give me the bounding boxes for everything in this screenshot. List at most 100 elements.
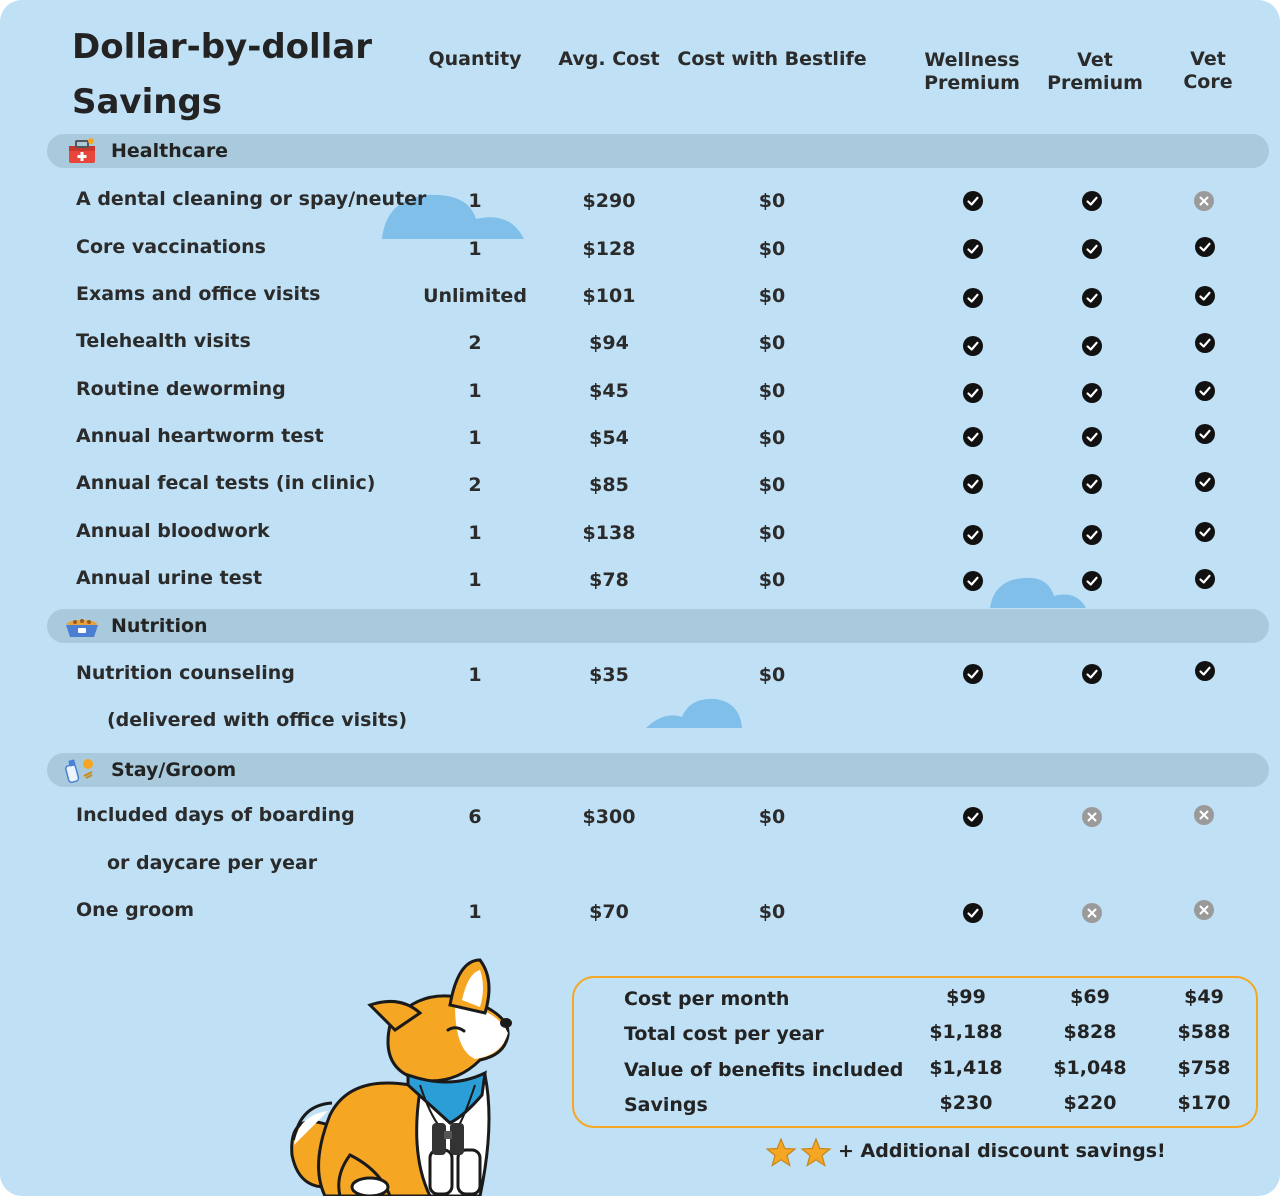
check-icon <box>1195 286 1215 306</box>
quantity-cell: 2 <box>468 474 482 496</box>
avg-cost-cell: $85 <box>589 474 629 496</box>
avg-cost-cell: $70 <box>589 901 629 923</box>
bestlife-cost-cell: $0 <box>758 427 786 449</box>
row-label: Routine deworming <box>76 378 286 400</box>
check-icon <box>963 191 983 211</box>
check-icon <box>963 383 983 403</box>
avg-cost-cell: $78 <box>589 569 629 591</box>
header-wellness-line2: Premium <box>924 72 1020 94</box>
avg-cost-cell: $300 <box>582 806 636 828</box>
summary-value: $69 <box>1070 986 1110 1008</box>
row-label: Nutrition counseling <box>76 662 295 684</box>
bestlife-cost-cell: $0 <box>758 569 786 591</box>
row-label: Exams and office visits <box>76 283 321 305</box>
check-icon <box>963 239 983 259</box>
cross-icon <box>1194 191 1214 211</box>
header-quantity: Quantity <box>428 48 522 70</box>
check-icon <box>963 474 983 494</box>
bestlife-cost-cell: $0 <box>758 332 786 354</box>
check-icon <box>1195 661 1215 681</box>
section-label-healthcare: Healthcare <box>111 140 229 162</box>
summary-value: $230 <box>939 1092 993 1114</box>
row-label: Included days of boarding <box>76 804 355 826</box>
row-label-continued: (delivered with office visits) <box>107 709 408 731</box>
header-vet-core-line1: Vet <box>1190 48 1226 70</box>
section-stay-groom: Stay/Groom <box>47 753 1269 787</box>
quantity-cell: 1 <box>468 427 482 449</box>
food-bowl-icon <box>66 619 98 637</box>
avg-cost-cell: $94 <box>589 332 629 354</box>
check-icon <box>963 664 983 684</box>
star-icon <box>766 1138 832 1167</box>
row-label: Annual urine test <box>76 567 263 589</box>
quantity-cell: 1 <box>468 901 482 923</box>
header-wellness-line1: Wellness <box>924 49 1020 71</box>
row-label: Annual bloodwork <box>76 520 270 542</box>
quantity-cell: 1 <box>468 190 482 212</box>
check-icon <box>1082 474 1102 494</box>
check-icon <box>1195 569 1215 589</box>
summary-label: Savings <box>624 1094 708 1116</box>
summary-value: $1,188 <box>929 1021 1003 1043</box>
check-icon <box>1082 288 1102 308</box>
check-icon <box>1195 237 1215 257</box>
check-icon <box>963 571 983 591</box>
summary-value: $170 <box>1177 1092 1231 1114</box>
check-icon <box>1082 383 1102 403</box>
summary-value: $758 <box>1177 1057 1231 1079</box>
quantity-cell: 1 <box>468 238 482 260</box>
header-wellness-premium: Wellness Premium <box>902 49 1042 95</box>
bestlife-cost-cell: $0 <box>758 285 786 307</box>
check-icon <box>1195 424 1215 444</box>
avg-cost-cell: $45 <box>589 380 629 402</box>
savings-card: Dollar-by-dollar Savings Quantity Avg. C… <box>0 0 1280 1196</box>
bestlife-cost-cell: $0 <box>758 190 786 212</box>
check-icon <box>1195 381 1215 401</box>
quantity-cell: 1 <box>468 569 482 591</box>
section-nutrition: Nutrition <box>47 609 1269 643</box>
bestlife-cost-cell: $0 <box>758 474 786 496</box>
title-line-2: Savings <box>72 82 223 122</box>
avg-cost-cell: $128 <box>582 238 636 260</box>
header-cost-bestlife: Cost with Bestlife <box>677 48 867 70</box>
check-icon <box>963 288 983 308</box>
header-vet-core: Vet Core <box>1158 48 1258 94</box>
check-icon <box>963 525 983 545</box>
header-vet-premium-line1: Vet <box>1077 49 1113 71</box>
quantity-cell: 1 <box>468 522 482 544</box>
title-line-1: Dollar-by-dollar <box>72 27 373 67</box>
summary-value: $1,418 <box>929 1057 1003 1079</box>
avg-cost-cell: $101 <box>582 285 636 307</box>
cross-icon <box>1194 900 1214 920</box>
row-label: Annual fecal tests (in clinic) <box>76 472 376 494</box>
check-icon <box>963 336 983 356</box>
check-icon <box>1082 664 1102 684</box>
section-label-nutrition: Nutrition <box>111 615 208 637</box>
header-vet-premium: Vet Premium <box>1030 49 1160 95</box>
row-label: Core vaccinations <box>76 236 266 258</box>
cross-icon <box>1082 807 1102 827</box>
bestlife-cost-cell: $0 <box>758 238 786 260</box>
quantity-cell: 1 <box>468 664 482 686</box>
check-icon <box>1195 472 1215 492</box>
check-icon <box>963 807 983 827</box>
check-icon <box>1082 427 1102 447</box>
grooming-bottle-icon <box>65 759 93 784</box>
check-icon <box>1082 239 1102 259</box>
summary-label: Total cost per year <box>624 1023 824 1045</box>
check-icon <box>1082 336 1102 356</box>
additional-savings-note: + Additional discount savings! <box>838 1140 1166 1162</box>
summary-value: $220 <box>1063 1092 1117 1114</box>
summary-label: Cost per month <box>624 988 790 1010</box>
page-title: Dollar-by-dollar Savings <box>72 20 372 130</box>
section-healthcare: Healthcare <box>47 134 1269 168</box>
cross-icon <box>1082 903 1102 923</box>
quantity-cell: Unlimited <box>423 285 527 307</box>
check-icon <box>1082 571 1102 591</box>
corgi-mascot-illustration <box>290 958 512 1196</box>
summary-value: $588 <box>1177 1021 1231 1043</box>
check-icon <box>1195 333 1215 353</box>
quantity-cell: 1 <box>468 380 482 402</box>
header-vet-premium-line2: Premium <box>1047 72 1143 94</box>
check-icon <box>1195 522 1215 542</box>
